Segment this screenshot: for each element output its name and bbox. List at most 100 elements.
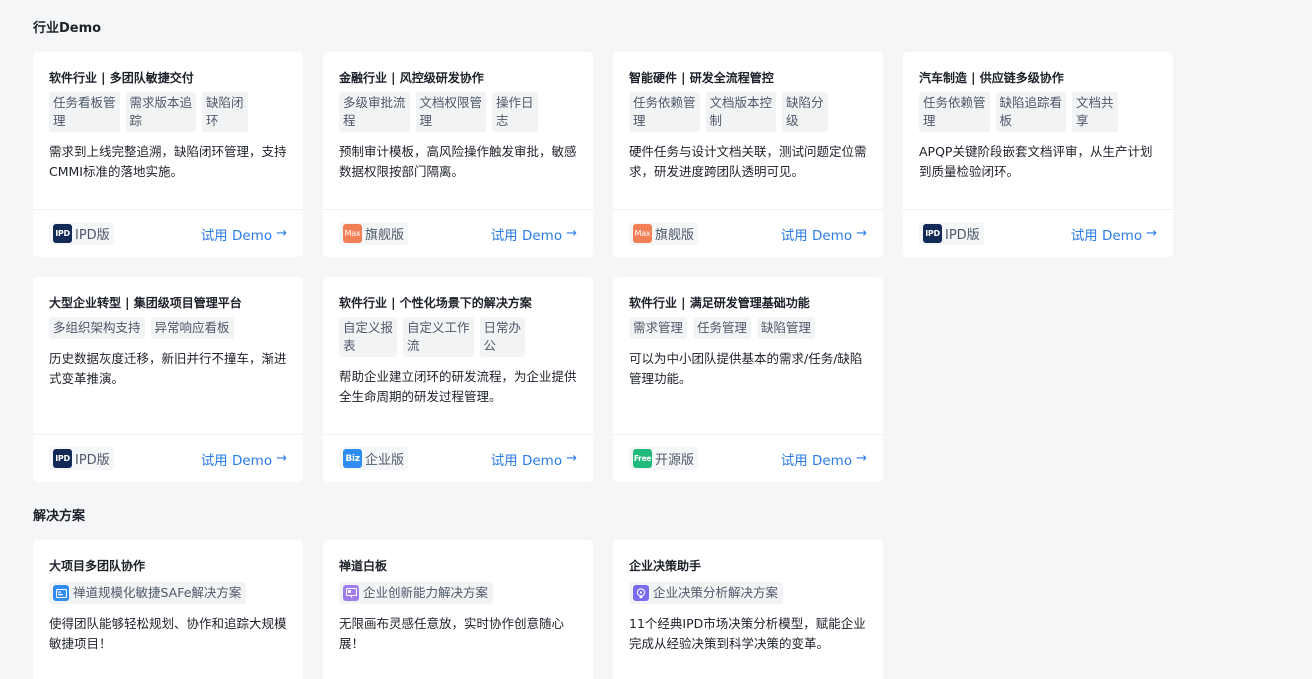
feature-tag: 任务管理 bbox=[693, 317, 752, 339]
try-demo-button[interactable]: 试用 Demo → bbox=[781, 449, 867, 469]
feature-tag: 缺陷管理 bbox=[757, 317, 816, 339]
try-demo-label: 试用 Demo bbox=[490, 452, 563, 469]
edition-label: IPD版 bbox=[945, 228, 980, 243]
feature-tag: 日常办 公 bbox=[479, 317, 526, 357]
card-title: 禅道白板 bbox=[339, 559, 388, 573]
card-description: 需求到上线完整追溯，缺陷闭环管理，支持CMMI标准的落地实施。 bbox=[49, 144, 287, 179]
card-footer: IPD IPD版 试用 Demo → bbox=[33, 434, 303, 482]
demo-card[interactable]: 软件行业 | 个性化场景下的解决方案 自定义报 表自定义工作 流日常办 公 帮助… bbox=[323, 277, 593, 482]
demo-card[interactable]: 金融行业 | 风控级研发协作 多级审批流 程文档权限管 理操作日 志 预制审计模… bbox=[323, 52, 593, 257]
feature-tag: 任务依赖管 理 bbox=[629, 92, 700, 132]
tag-list: 自定义报 表自定义工作 流日常办 公 bbox=[339, 317, 577, 357]
try-demo-button[interactable]: 试用 Demo → bbox=[491, 449, 577, 469]
try-demo-button[interactable]: 试用 Demo → bbox=[201, 449, 287, 469]
edition-label: 企业版 bbox=[365, 453, 405, 468]
section-title-industry-demo: 行业Demo bbox=[33, 21, 102, 36]
solution-card[interactable]: 企业决策助手 企业决策分析解决方案 11个经典IPD市场决策分析模型，赋能企业完… bbox=[613, 540, 883, 679]
edition-icon: IPD bbox=[53, 449, 72, 468]
edition-badge: IPD IPD版 bbox=[49, 447, 114, 470]
tag-list: 多级审批流 程文档权限管 理操作日 志 bbox=[339, 92, 577, 132]
edition-icon: Max bbox=[633, 224, 652, 243]
edition-icon: Max bbox=[343, 224, 362, 243]
safe-icon bbox=[53, 585, 69, 601]
card-title: 大型企业转型 | 集团级项目管理平台 bbox=[49, 296, 242, 310]
arrow-right-icon: → bbox=[276, 451, 287, 466]
feature-tag: 自定义工作 流 bbox=[403, 317, 474, 357]
section-title-solutions: 解决方案 bbox=[33, 509, 86, 524]
solution-tag-label: 禅道规模化敏捷SAFe解决方案 bbox=[73, 585, 242, 600]
arrow-right-icon: → bbox=[566, 451, 577, 466]
try-demo-label: 试用 Demo bbox=[780, 227, 853, 244]
edition-icon: IPD bbox=[53, 224, 72, 243]
feature-tag: 缺陷闭 环 bbox=[202, 92, 248, 132]
feature-tag: 缺陷分 级 bbox=[782, 92, 828, 132]
arrow-right-icon: → bbox=[856, 451, 867, 466]
demo-card[interactable]: 软件行业 | 满足研发管理基础功能 需求管理 任务管理 缺陷管理 可以为中小团队提供… bbox=[613, 277, 883, 482]
edition-icon: Free bbox=[633, 449, 652, 468]
try-demo-button[interactable]: 试用 Demo → bbox=[1071, 224, 1157, 244]
arrow-right-icon: → bbox=[1146, 226, 1157, 241]
try-demo-label: 试用 Demo bbox=[200, 227, 273, 244]
try-demo-label: 试用 Demo bbox=[200, 452, 273, 469]
tag-list: 任务依赖管 理缺陷追踪看 板文档共 享 bbox=[919, 92, 1157, 132]
card-footer: IPD IPD版 试用 Demo → bbox=[903, 209, 1173, 257]
tag-list: 任务看板管 理需求版本追 踪缺陷闭 环 bbox=[49, 92, 287, 132]
try-demo-button[interactable]: 试用 Demo → bbox=[491, 224, 577, 244]
try-demo-label: 试用 Demo bbox=[490, 227, 563, 244]
card-footer: Max 旗舰版 试用 Demo → bbox=[613, 209, 883, 257]
card-footer: Max 旗舰版 试用 Demo → bbox=[323, 209, 593, 257]
edition-label: IPD版 bbox=[75, 453, 110, 468]
card-title: 汽车制造 | 供应链多级协作 bbox=[919, 71, 1064, 85]
card-description: 历史数据灰度迁移，新旧并行不撞车，渐进式变革推演。 bbox=[49, 351, 287, 386]
feature-tag: 需求管理 bbox=[629, 317, 688, 339]
edition-icon: IPD bbox=[923, 224, 942, 243]
tag-list: 多组织架构支持 异常响应看板 bbox=[49, 317, 287, 339]
card-description: 11个经典IPD市场决策分析模型，赋能企业完成从经验决策到科学决策的变革。 bbox=[629, 616, 866, 651]
edition-badge: Max 旗舰版 bbox=[339, 222, 409, 245]
feature-tag: 任务看板管 理 bbox=[49, 92, 120, 132]
card-footer: Free 开源版 试用 Demo → bbox=[613, 434, 883, 482]
tag-list: 需求管理 任务管理 缺陷管理 bbox=[629, 317, 867, 339]
demo-card[interactable]: 大型企业转型 | 集团级项目管理平台 多组织架构支持 异常响应看板 历史数据灰度迁… bbox=[33, 277, 303, 482]
arrow-right-icon: → bbox=[856, 226, 867, 241]
arrow-right-icon: → bbox=[566, 226, 577, 241]
solution-card[interactable]: 禅道白板 企业创新能力解决方案 无限画布灵感任意放，实时协作创意随心展！ bbox=[323, 540, 593, 679]
try-demo-label: 试用 Demo bbox=[1070, 227, 1143, 244]
card-description: 帮助企业建立闭环的研发流程，为企业提供全生命周期的研发过程管理。 bbox=[339, 369, 577, 404]
card-title: 金融行业 | 风控级研发协作 bbox=[339, 71, 484, 85]
edition-badge: Biz 企业版 bbox=[339, 447, 409, 470]
decision-icon bbox=[633, 585, 649, 601]
card-description: 硬件任务与设计文档关联，测试问题定位需求，研发进度跨团队透明可见。 bbox=[629, 144, 867, 179]
card-title: 企业决策助手 bbox=[629, 559, 702, 573]
try-demo-button[interactable]: 试用 Demo → bbox=[201, 224, 287, 244]
feature-tag: 多组织架构支持 bbox=[49, 317, 145, 339]
edition-icon: Biz bbox=[343, 449, 362, 468]
solution-card[interactable]: 大项目多团队协作 禅道规模化敏捷SAFe解决方案 使得团队能够轻松规划、协作和追… bbox=[33, 540, 303, 679]
demo-card[interactable]: 软件行业 | 多团队敏捷交付 任务看板管 理需求版本追 踪缺陷闭 环 需求到上线… bbox=[33, 52, 303, 257]
feature-tag: 自定义报 表 bbox=[339, 317, 398, 357]
card-title: 大项目多团队协作 bbox=[49, 559, 146, 573]
edition-label: 开源版 bbox=[655, 453, 695, 468]
feature-tag: 多级审批流 程 bbox=[339, 92, 410, 132]
card-description: 预制审计模板，高风险操作触发审批，敏感数据权限按部门隔离。 bbox=[339, 144, 577, 179]
edition-label: 旗舰版 bbox=[655, 228, 695, 243]
card-footer: IPD IPD版 试用 Demo → bbox=[33, 209, 303, 257]
demo-card[interactable]: 汽车制造 | 供应链多级协作 任务依赖管 理缺陷追踪看 板文档共 享 APQP关… bbox=[903, 52, 1173, 257]
feature-tag: 任务依赖管 理 bbox=[919, 92, 990, 132]
card-description: APQP关键阶段嵌套文档评审，从生产计划到质量检验闭环。 bbox=[919, 144, 1153, 179]
feature-tag: 文档共 享 bbox=[1072, 92, 1118, 132]
solution-tag: 企业决策分析解决方案 bbox=[629, 582, 784, 604]
feature-tag: 需求版本追 踪 bbox=[125, 92, 197, 132]
try-demo-button[interactable]: 试用 Demo → bbox=[781, 224, 867, 244]
solution-tag-label: 企业决策分析解决方案 bbox=[653, 585, 779, 600]
feature-tag: 缺陷追踪看 板 bbox=[995, 92, 1067, 132]
feature-tag: 异常响应看板 bbox=[150, 317, 234, 339]
card-footer: Biz 企业版 试用 Demo → bbox=[323, 434, 593, 482]
solution-tag-label: 企业创新能力解决方案 bbox=[363, 585, 489, 600]
arrow-right-icon: → bbox=[276, 226, 287, 241]
demo-card[interactable]: 智能硬件 | 研发全流程管控 任务依赖管 理文档版本控 制缺陷分 级 硬件任务与… bbox=[613, 52, 883, 257]
card-title: 智能硬件 | 研发全流程管控 bbox=[629, 71, 774, 85]
card-title: 软件行业 | 满足研发管理基础功能 bbox=[629, 296, 810, 310]
edition-label: IPD版 bbox=[75, 228, 110, 243]
edition-badge: Free 开源版 bbox=[629, 447, 699, 470]
